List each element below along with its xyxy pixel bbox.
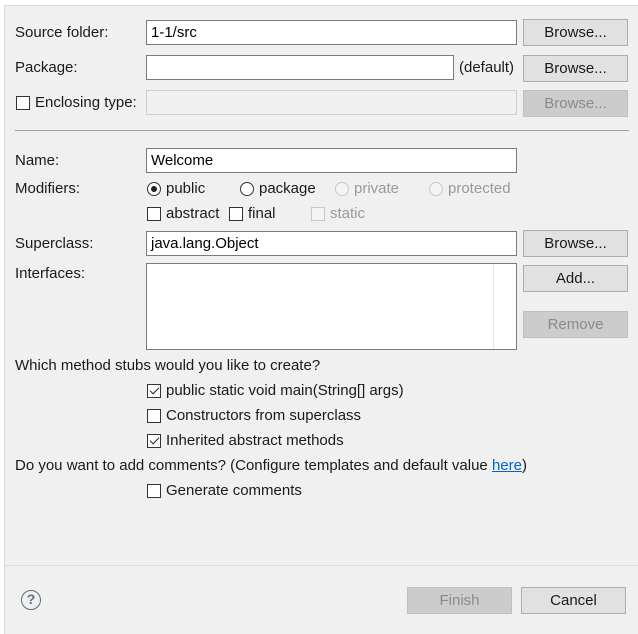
new-java-class-dialog: Source folder: 1-1/src Browse... Package…	[4, 5, 638, 634]
name-label: Name:	[15, 152, 60, 169]
comments-question: Do you want to add comments? (Configure …	[15, 456, 527, 476]
superclass-label: Superclass:	[15, 235, 94, 252]
modifier-abstract-checkbox[interactable]	[147, 207, 161, 221]
source-folder-input[interactable]: 1-1/src	[146, 20, 517, 45]
modifier-package-label: package	[259, 180, 316, 197]
modifier-private-radio	[335, 182, 349, 196]
configure-templates-link[interactable]: here	[492, 457, 522, 474]
question-mark-icon[interactable]: ?	[21, 590, 41, 610]
stub-main-checkbox[interactable]	[147, 384, 161, 398]
interfaces-list-scrollbar[interactable]	[493, 264, 516, 349]
package-default-hint: (default)	[459, 59, 515, 76]
enclosing-type-label: Enclosing type:	[35, 94, 137, 111]
generate-comments-label: Generate comments	[166, 482, 302, 499]
name-input[interactable]: Welcome	[146, 148, 517, 173]
enclosing-type-input	[146, 90, 517, 115]
package-input[interactable]	[146, 55, 454, 80]
source-folder-label: Source folder:	[15, 24, 109, 41]
modifier-public-radio[interactable]	[147, 182, 161, 196]
enclosing-type-checkbox[interactable]	[16, 96, 30, 110]
interfaces-list[interactable]	[146, 263, 517, 350]
source-folder-browse-button[interactable]: Browse...	[523, 19, 628, 46]
generate-comments-checkbox[interactable]	[147, 484, 161, 498]
modifiers-label: Modifiers:	[15, 180, 81, 197]
modifier-package-radio[interactable]	[240, 182, 254, 196]
comments-question-suffix: )	[521, 457, 527, 474]
stub-inherited-checkbox[interactable]	[147, 434, 161, 448]
superclass-input[interactable]: java.lang.Object	[146, 231, 517, 256]
modifier-static-label: static	[330, 205, 366, 222]
modifier-final-label: final	[248, 205, 276, 222]
stub-constructors-label: Constructors from superclass	[166, 407, 362, 424]
interfaces-label: Interfaces:	[15, 265, 86, 282]
section-divider	[15, 130, 629, 131]
stub-main-label: public static void main(String[] args)	[166, 382, 404, 399]
cancel-button[interactable]: Cancel	[521, 587, 626, 614]
modifier-protected-radio	[429, 182, 443, 196]
modifier-final-checkbox[interactable]	[229, 207, 243, 221]
modifier-static-checkbox	[311, 207, 325, 221]
finish-button: Finish	[407, 587, 512, 614]
superclass-browse-button[interactable]: Browse...	[523, 230, 628, 257]
modifier-protected-label: protected	[448, 180, 511, 197]
modifier-private-label: private	[354, 180, 400, 197]
footer-divider	[5, 565, 638, 566]
interfaces-add-button[interactable]: Add...	[523, 265, 628, 292]
interfaces-remove-button: Remove	[523, 311, 628, 338]
package-label: Package:	[15, 59, 78, 76]
enclosing-type-browse-button: Browse...	[523, 90, 628, 117]
modifier-abstract-label: abstract	[166, 205, 220, 222]
stub-constructors-checkbox[interactable]	[147, 409, 161, 423]
modifier-public-label: public	[166, 180, 206, 197]
package-browse-button[interactable]: Browse...	[523, 55, 628, 82]
stub-inherited-label: Inherited abstract methods	[166, 432, 344, 449]
comments-question-text: Do you want to add comments? (Configure …	[15, 457, 492, 474]
method-stubs-question: Which method stubs would you like to cre…	[15, 357, 321, 374]
